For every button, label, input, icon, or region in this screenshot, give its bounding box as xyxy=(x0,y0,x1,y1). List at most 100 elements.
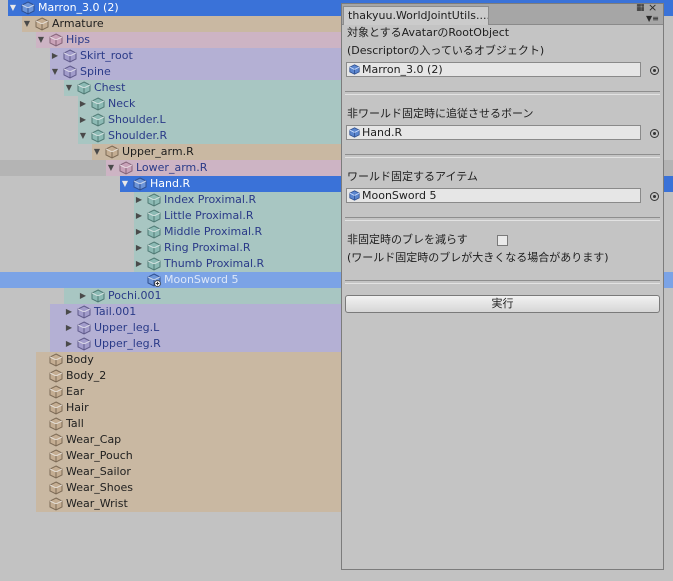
object-picker-icon[interactable] xyxy=(650,129,659,138)
expand-arrow-down-icon[interactable]: ▼ xyxy=(50,66,60,78)
expand-arrow-right-icon[interactable]: ▶ xyxy=(64,306,74,318)
hierarchy-row-label: Spine xyxy=(80,65,111,78)
expand-arrow-right-icon[interactable]: ▶ xyxy=(134,194,144,206)
gameobject-cube-icon xyxy=(147,273,161,287)
gameobject-cube-icon xyxy=(105,145,119,159)
hierarchy-row-label: Neck xyxy=(108,97,136,110)
hierarchy-row-label: Wear_Sailor xyxy=(66,465,131,478)
gameobject-cube-icon xyxy=(63,65,77,79)
close-icon[interactable]: × xyxy=(648,2,657,13)
hierarchy-row-label: Body_2 xyxy=(66,369,107,382)
separator xyxy=(345,154,660,158)
hierarchy-row-label: Thumb Proximal.R xyxy=(164,257,265,270)
hierarchy-row-label: Upper_leg.R xyxy=(94,337,161,350)
gameobject-cube-icon xyxy=(49,33,63,47)
gameobject-cube-icon xyxy=(49,449,63,463)
expand-arrow-right-icon[interactable]: ▶ xyxy=(134,210,144,222)
root-object-description: (Descriptorの入っているオブジェクト) xyxy=(347,44,545,57)
gameobject-icon xyxy=(349,190,360,201)
hierarchy-row-label: Hips xyxy=(66,33,91,46)
expand-arrow-down-icon[interactable]: ▼ xyxy=(92,146,102,158)
gameobject-cube-icon xyxy=(21,1,35,15)
gameobject-cube-icon xyxy=(91,113,105,127)
gameobject-icon xyxy=(349,64,360,75)
hierarchy-row-label: Hair xyxy=(66,401,89,414)
gameobject-cube-icon xyxy=(147,257,161,271)
object-picker-icon[interactable] xyxy=(650,192,659,201)
expand-arrow-right-icon[interactable]: ▶ xyxy=(78,98,88,110)
hierarchy-row-label: Chest xyxy=(94,81,126,94)
follow-bone-field[interactable]: Hand.R xyxy=(346,125,641,140)
expand-arrow-right-icon[interactable]: ▶ xyxy=(50,50,60,62)
gameobject-cube-icon xyxy=(49,369,63,383)
execute-button[interactable]: 実行 xyxy=(345,295,660,313)
gameobject-cube-icon xyxy=(49,385,63,399)
hierarchy-row-label: Tall xyxy=(66,417,84,430)
reduce-jitter-label: 非固定時のブレを減らす xyxy=(347,233,468,246)
hierarchy-row-label: Upper_leg.L xyxy=(94,321,160,334)
hierarchy-row-label: Wear_Cap xyxy=(66,433,122,446)
gameobject-cube-icon xyxy=(147,241,161,255)
gameobject-cube-icon xyxy=(77,337,91,351)
gameobject-cube-icon xyxy=(91,129,105,143)
gameobject-cube-icon xyxy=(35,17,49,31)
expand-arrow-down-icon[interactable]: ▼ xyxy=(22,18,32,30)
expand-arrow-right-icon[interactable]: ▶ xyxy=(64,322,74,334)
hierarchy-row-label: Ring Proximal.R xyxy=(164,241,251,254)
expand-arrow-down-icon[interactable]: ▼ xyxy=(36,34,46,46)
world-item-label: ワールド固定するアイテム xyxy=(347,170,478,183)
gameobject-cube-icon xyxy=(147,209,161,223)
gameobject-cube-icon xyxy=(49,481,63,495)
row-background xyxy=(64,288,341,304)
gameobject-cube-icon xyxy=(49,465,63,479)
hierarchy-row-label: Skirt_root xyxy=(80,49,133,62)
expand-arrow-down-icon[interactable]: ▼ xyxy=(78,130,88,142)
hierarchy-row-label: Little Proximal.R xyxy=(164,209,254,222)
root-object-label: 対象とするAvatarのRootObject xyxy=(347,26,510,39)
gameobject-cube-icon xyxy=(49,497,63,511)
hierarchy-row-label: Index Proximal.R xyxy=(164,193,257,206)
world-item-value: MoonSword 5 xyxy=(362,189,437,202)
follow-bone-label: 非ワールド固定時に追従させるボーン xyxy=(347,107,534,120)
expand-arrow-down-icon[interactable]: ▼ xyxy=(120,178,130,190)
gameobject-cube-icon xyxy=(119,161,133,175)
hierarchy-row-label: Ear xyxy=(66,385,85,398)
gameobject-cube-icon xyxy=(77,81,91,95)
expand-arrow-down-icon[interactable]: ▼ xyxy=(8,2,18,14)
inspector-window: thakyuu.WorldJointUtils.... ▦ × ▼≡ 対象とする… xyxy=(341,2,664,570)
root-object-field[interactable]: Marron_3.0 (2) xyxy=(346,62,641,77)
hierarchy-row-label: Armature xyxy=(52,17,104,30)
expand-arrow-right-icon[interactable]: ▶ xyxy=(78,114,88,126)
reduce-jitter-checkbox[interactable] xyxy=(497,235,508,246)
hierarchy-row-label: Wear_Pouch xyxy=(66,449,133,462)
expand-arrow-right-icon[interactable]: ▶ xyxy=(134,226,144,238)
gameobject-cube-icon xyxy=(63,49,77,63)
gameobject-cube-icon xyxy=(133,177,147,191)
expand-arrow-right-icon[interactable]: ▶ xyxy=(134,242,144,254)
hierarchy-row-label: Marron_3.0 (2) xyxy=(38,1,119,14)
menu-icon[interactable]: ▼≡ xyxy=(646,14,659,23)
expand-arrow-right-icon[interactable]: ▶ xyxy=(78,290,88,302)
gameobject-cube-icon xyxy=(49,353,63,367)
object-picker-icon[interactable] xyxy=(650,66,659,75)
expand-arrow-down-icon[interactable]: ▼ xyxy=(64,82,74,94)
lock-icon[interactable]: ▦ xyxy=(636,4,645,13)
hierarchy-row-label: MoonSword 5 xyxy=(164,273,239,286)
gameobject-cube-icon xyxy=(77,321,91,335)
expand-arrow-right-icon[interactable]: ▶ xyxy=(64,338,74,350)
hierarchy-row-label: Wear_Wrist xyxy=(66,497,128,510)
gameobject-cube-icon xyxy=(49,433,63,447)
hierarchy-row-label: Tail.001 xyxy=(94,305,137,318)
separator xyxy=(345,280,660,284)
follow-bone-value: Hand.R xyxy=(362,126,403,139)
gameobject-icon xyxy=(349,127,360,138)
hierarchy-row-label: Pochi.001 xyxy=(108,289,162,302)
hierarchy-row-label: Shoulder.R xyxy=(108,129,168,142)
reduce-jitter-note: (ワールド固定時のブレが大きくなる場合があります) xyxy=(347,251,609,264)
window-tab[interactable]: thakyuu.WorldJointUtils.... xyxy=(343,6,489,25)
hierarchy-row-label: Upper_arm.R xyxy=(122,145,194,158)
hierarchy-row-label: Hand.R xyxy=(150,177,191,190)
expand-arrow-down-icon[interactable]: ▼ xyxy=(106,162,116,174)
world-item-field[interactable]: MoonSword 5 xyxy=(346,188,641,203)
expand-arrow-right-icon[interactable]: ▶ xyxy=(134,258,144,270)
